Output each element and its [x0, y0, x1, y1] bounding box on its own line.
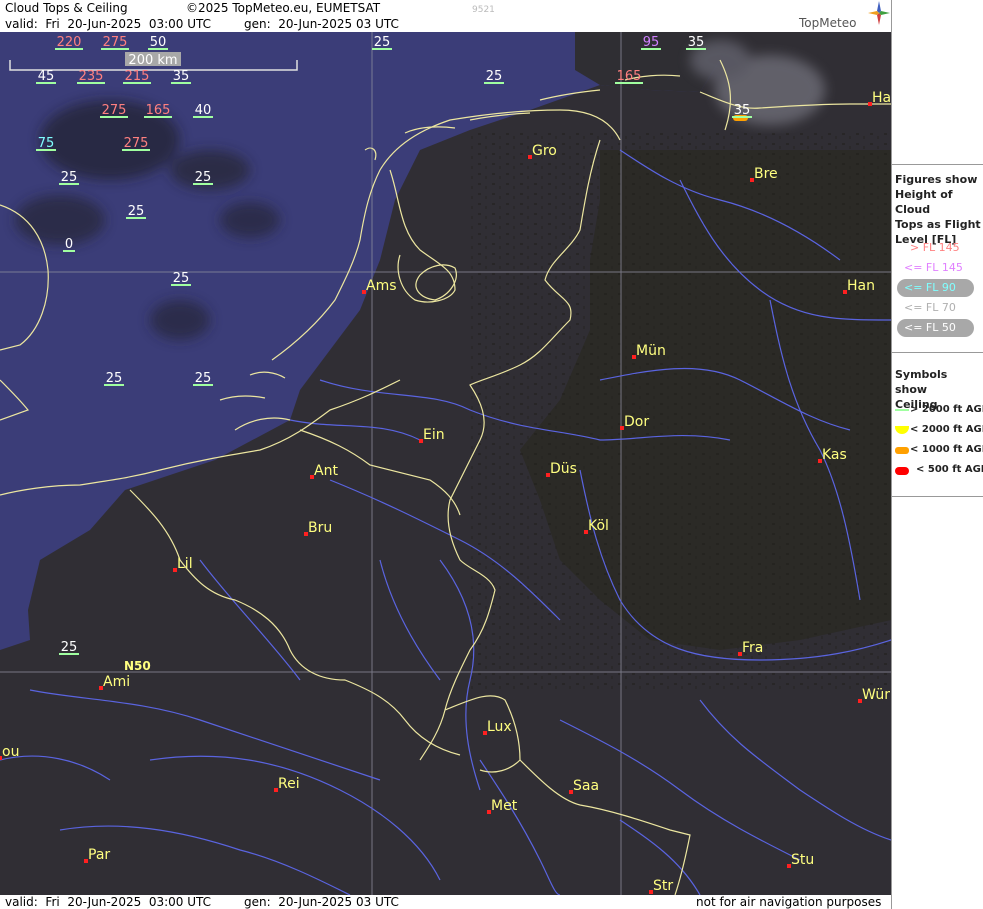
cloud-top-value: 25: [61, 170, 78, 185]
legend-level-fl70: <= FL 70: [904, 301, 956, 314]
legend-level-fl145: <= FL 145: [904, 261, 963, 274]
city-label: Lux: [487, 719, 512, 735]
valid-time: valid: Fri 20-Jun-2025 03:00 UTC: [5, 17, 212, 31]
city-label: Mün: [636, 343, 666, 359]
footer-valid-time: valid: Fri 20-Jun-2025 03:00 UTC: [5, 895, 212, 909]
city-label: Ant: [314, 463, 338, 479]
cloud-top-value: 35: [173, 69, 190, 84]
header-bar: Cloud Tops & Ceiling valid: Fri 20-Jun-2…: [0, 0, 891, 32]
legend-divider-mid: [892, 352, 983, 353]
city-label: Köl: [588, 518, 609, 534]
cloud-top-value: 275: [124, 136, 149, 151]
footer-generated-time: gen: 20-Jun-2025 03 UTC: [244, 895, 399, 909]
cloud-top-value: 220: [57, 35, 82, 50]
logo-text: TopMeteo: [799, 16, 857, 30]
cloud-top-value: 275: [103, 35, 128, 50]
cloud-top-value: 35: [734, 103, 751, 118]
cloud-top-value: 0: [65, 237, 73, 252]
scale-bar-label: 200 km: [128, 53, 177, 68]
legend-level-fl50: <= FL 50: [904, 321, 956, 334]
cloud-top-value: 25: [195, 170, 212, 185]
city-label: Lil: [177, 556, 193, 572]
ceiling-label-lt2000: < 2000 ft AGL: [910, 424, 983, 435]
city-label: Han: [847, 278, 875, 294]
city-label: Par: [88, 847, 110, 863]
generated-time: gen: 20-Jun-2025 03 UTC: [244, 17, 399, 31]
ceiling-symbol-red: [895, 467, 909, 475]
cloud-top-value: 25: [486, 69, 503, 84]
legend-panel: Figures show Height of Cloud Tops as Fli…: [891, 0, 983, 909]
legend-title-line: Height of Cloud: [895, 188, 953, 216]
ceiling-symbol-yellow: [895, 426, 909, 434]
cloud-top-value: 25: [173, 271, 190, 286]
city-label: Bru: [308, 520, 332, 536]
legend-title-line: Tops as Flight: [895, 218, 981, 231]
city-label: Bre: [754, 166, 778, 182]
ceiling-symbol-orange: [895, 447, 909, 454]
footer-bar: valid: Fri 20-Jun-2025 03:00 UTC gen: 20…: [0, 895, 891, 909]
city-label: Stu: [791, 852, 814, 868]
city-label: Str: [653, 878, 673, 894]
cloud-top-value: 275: [102, 103, 127, 118]
ceiling-symbol-green: [895, 409, 909, 411]
cloud-top-value: 235: [79, 69, 104, 84]
city-label: Kas: [822, 447, 847, 463]
cloud-top-value: 165: [146, 103, 171, 118]
cloud-top-value: 50: [150, 35, 167, 50]
cloud-top-value: 40: [195, 103, 212, 118]
footer-disclaimer: not for air navigation purposes: [696, 895, 882, 909]
city-label: Gro: [532, 143, 557, 159]
land-texture: [470, 130, 891, 690]
copyright: ©2025 TopMeteo.eu, EUMETSAT: [186, 1, 381, 15]
ceiling-label-gt2000: > 2000 ft AGL: [910, 404, 983, 415]
city-label: ou: [2, 744, 19, 760]
city-label: Ha: [872, 90, 891, 106]
legend-title-line: Figures show: [895, 173, 978, 186]
product-title: Cloud Tops & Ceiling: [5, 1, 128, 15]
city-label: Ami: [103, 674, 130, 690]
compass-logo-icon: [868, 1, 890, 25]
cloud-top-value: 25: [128, 204, 145, 219]
cloud-top-value: 25: [374, 35, 391, 50]
legend-divider-top: [892, 164, 983, 165]
legend-divider-bottom: [892, 496, 983, 497]
ceiling-label-lt500: < 500 ft AGL: [916, 464, 983, 475]
legend-level-fl90: <= FL 90: [904, 281, 956, 294]
satellite-map[interactable]: 200 km N50 Gro Bre Ams Han Mün Ein Dor Ant Düs Ka…: [0, 32, 891, 895]
city-label: Wür: [862, 687, 890, 703]
image-code: 9521: [472, 5, 495, 15]
cloud-top-value: 215: [125, 69, 150, 84]
cloud-top-value: 95: [643, 35, 660, 50]
legend-level-fl-gt145: > FL 145: [910, 241, 960, 254]
cloud-top-value: 25: [195, 371, 212, 386]
cloud-top-value: 75: [38, 136, 55, 151]
cloud-top-value: 165: [617, 69, 642, 84]
city-label: Düs: [550, 461, 577, 477]
legend-title: Figures show Height of Cloud Tops as Fli…: [895, 172, 983, 247]
latitude-label: N50: [124, 659, 151, 673]
city-label: Dor: [624, 414, 649, 430]
city-label: Ams: [366, 278, 397, 294]
city-label: Saa: [573, 778, 599, 794]
cloud-top-value: 35: [688, 35, 705, 50]
city-label: Fra: [742, 640, 763, 656]
ceiling-label-lt1000: < 1000 ft AGL: [910, 444, 983, 455]
city-label: Ein: [423, 427, 445, 443]
city-label: Met: [491, 798, 518, 814]
cloud-top-value: 25: [106, 371, 123, 386]
city-label: Rei: [278, 776, 300, 792]
cloud-top-value: 45: [38, 69, 55, 84]
ceiling-title-line: Symbols show: [895, 368, 948, 396]
cloud-top-value: 25: [61, 640, 78, 655]
